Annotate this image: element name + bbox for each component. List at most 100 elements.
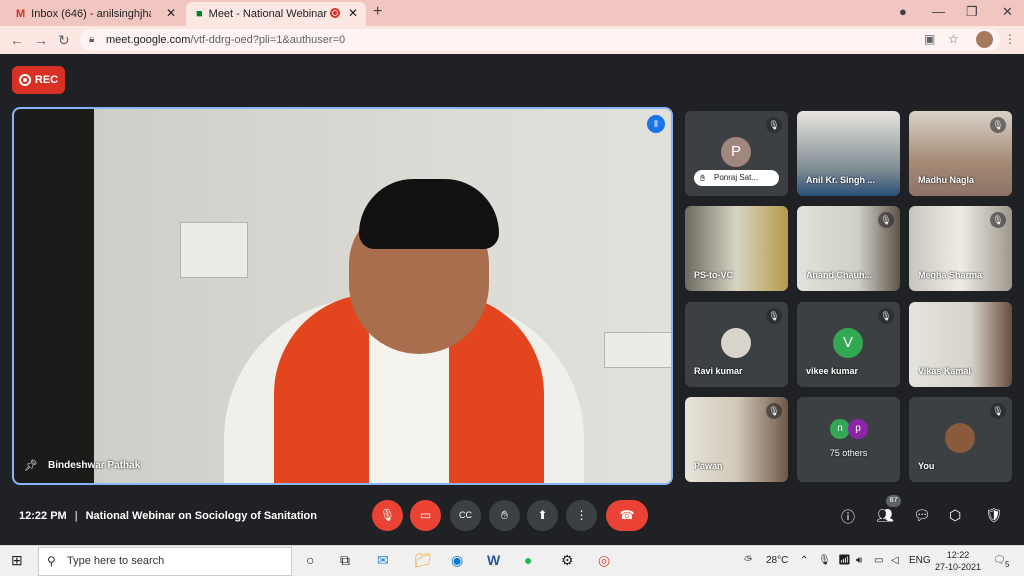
- gmail-icon: M: [16, 8, 26, 20]
- participant-tile[interactable]: 🎙︎ Pawan: [685, 397, 788, 482]
- mic-off-icon: 🎙︎: [766, 117, 782, 133]
- meet-icon: ■: [196, 8, 203, 20]
- battery-icon[interactable]: ▭: [874, 555, 883, 566]
- bookmark-star-icon[interactable]: ☆: [948, 32, 959, 46]
- start-button[interactable]: ⊞: [11, 552, 23, 569]
- raised-hand-label: ✋︎ Ponraj Sat...: [694, 170, 779, 186]
- lock-icon: 🔒︎: [89, 34, 95, 45]
- close-window-button[interactable]: ✕: [1002, 4, 1013, 20]
- participant-tile[interactable]: Anil Kr. Singh ...: [797, 111, 900, 196]
- mic-tray-icon[interactable]: 🎙︎: [818, 555, 831, 566]
- people-count-badge: 87: [886, 495, 901, 507]
- speaker-hair: [359, 179, 499, 249]
- tab-gmail[interactable]: M Inbox (646) - anilsinghjha@cusb. ✕: [6, 2, 184, 26]
- taskbar-search-input[interactable]: ⚲ Type here to search: [38, 547, 292, 576]
- avatar: p: [848, 419, 868, 439]
- meeting-control-bar: 12:22 PM | National Webinar on Sociology o…: [0, 492, 1024, 544]
- participant-name: Megha Sharma: [918, 270, 983, 280]
- notification-count-badge: 5: [1005, 560, 1010, 569]
- self-tile[interactable]: 🎙︎ You: [909, 397, 1012, 482]
- participant-name: Anand Chauh...: [806, 270, 872, 280]
- main-speaker-tile[interactable]: ⦀ 📌︎ Bindeshwar Pathak: [12, 107, 673, 485]
- taskbar-clock[interactable]: 12:22 27-10-2021: [933, 549, 983, 573]
- avatar: n: [830, 419, 850, 439]
- participant-name: PS-to-VC: [694, 270, 733, 280]
- close-tab-icon[interactable]: ✕: [166, 6, 176, 20]
- participant-name: You: [918, 461, 935, 471]
- participant-tile[interactable]: 🎙︎ P ✋︎ Ponraj Sat...: [685, 111, 788, 196]
- language-indicator[interactable]: ENG: [909, 555, 931, 566]
- notifications-icon[interactable]: 🗨︎: [993, 555, 1006, 566]
- participant-tile[interactable]: 🎙︎ V vikee kumar: [797, 302, 900, 387]
- windows-taskbar: ⊞ ⚲ Type here to search ○ ⧉ ✉ 📁︎ ◉ W ● ⚙…: [0, 545, 1024, 576]
- mic-off-icon: 🎙︎: [990, 403, 1006, 419]
- tray-chevron-icon[interactable]: ⌃: [800, 555, 808, 566]
- url-input[interactable]: 🔒︎ meet.google.com/vtf-ddrg-oed?pli=1&au…: [80, 29, 1000, 51]
- mic-toggle-button[interactable]: 🎙︎: [372, 500, 403, 531]
- edge-icon[interactable]: ◉: [451, 552, 463, 569]
- participant-name: Anil Kr. Singh ...: [806, 175, 876, 185]
- end-call-button[interactable]: ☎︎: [606, 500, 648, 531]
- chrome-icon[interactable]: ◎: [598, 552, 610, 569]
- participant-tile[interactable]: PS-to-VC: [685, 206, 788, 291]
- forward-button[interactable]: →: [34, 32, 48, 48]
- more-options-button[interactable]: ⋮: [566, 500, 597, 531]
- activities-icon[interactable]: ⬡: [949, 507, 961, 524]
- participant-tile[interactable]: 🎙︎ Megha Sharma: [909, 206, 1012, 291]
- raise-hand-button[interactable]: ✋︎: [489, 500, 520, 531]
- mail-icon[interactable]: ✉: [377, 552, 389, 569]
- browser-tab-strip: M Inbox (646) - anilsinghjha@cusb. ✕ ■ M…: [0, 0, 1024, 26]
- search-icon: ⚲: [47, 554, 56, 568]
- camera-icon[interactable]: ▣: [924, 32, 935, 46]
- spotify-icon[interactable]: ●: [524, 552, 532, 568]
- participant-tile[interactable]: 🎙︎ Madhu Nagla: [909, 111, 1012, 196]
- meeting-info: 12:22 PM | National Webinar on Sociology o…: [19, 510, 317, 522]
- chat-icon[interactable]: 💬︎: [913, 507, 931, 524]
- participant-name: Pawan: [694, 461, 723, 471]
- participant-tile[interactable]: 🎙︎ Ravi kumar: [685, 302, 788, 387]
- avatar: [721, 328, 751, 358]
- wifi-icon[interactable]: 📶︎: [838, 555, 851, 566]
- weather-icon[interactable]: ⛅︎: [744, 555, 752, 566]
- close-tab-icon[interactable]: ✕: [348, 6, 358, 20]
- record-icon: [18, 74, 31, 86]
- mic-off-icon: 🎙︎: [990, 117, 1006, 133]
- others-tile[interactable]: n p 75 others: [797, 397, 900, 482]
- new-tab-button[interactable]: +: [373, 3, 382, 21]
- participant-tile[interactable]: Vikas Kamal: [909, 302, 1012, 387]
- background-door: [14, 109, 94, 483]
- cortana-icon[interactable]: ○: [306, 552, 314, 568]
- address-bar-row: ← → ↻ 🔒︎ meet.google.com/vtf-ddrg-oed?pl…: [0, 26, 1024, 54]
- back-button[interactable]: ←: [10, 32, 24, 48]
- reload-button[interactable]: ↻: [58, 32, 70, 49]
- avatar: [945, 423, 975, 453]
- volume-icon[interactable]: ◁: [891, 555, 899, 566]
- tab-title: Meet - National Webinar on: [208, 8, 329, 20]
- word-icon[interactable]: W: [487, 552, 500, 568]
- meeting-details-icon[interactable]: ⓘ: [841, 507, 855, 527]
- tab-meet[interactable]: ■ Meet - National Webinar on ✕: [186, 2, 366, 26]
- task-view-icon[interactable]: ⧉: [340, 552, 350, 569]
- file-explorer-icon[interactable]: 📁︎: [414, 552, 432, 569]
- speaking-indicator-icon: ⦀: [647, 115, 665, 133]
- present-button[interactable]: ⬆: [527, 500, 558, 531]
- tab-search-icon[interactable]: ●: [899, 4, 907, 19]
- avatar: P: [721, 137, 751, 167]
- minimize-button[interactable]: —: [932, 4, 945, 19]
- settings-gear-icon[interactable]: ⚙: [561, 552, 574, 569]
- participant-tile[interactable]: 🎙︎ Anand Chauh...: [797, 206, 900, 291]
- pin-icon[interactable]: 📌︎: [24, 459, 38, 472]
- restore-button[interactable]: ❐: [966, 4, 978, 20]
- captions-button[interactable]: CC: [450, 500, 481, 531]
- profile-avatar[interactable]: [976, 31, 993, 48]
- avatar: V: [833, 328, 863, 358]
- menu-dots-icon[interactable]: ⋮: [1004, 32, 1016, 46]
- people-icon[interactable]: 👥︎: [876, 507, 894, 524]
- participant-name: Madhu Nagla: [918, 175, 975, 185]
- speaker-icon[interactable]: 🔊︎: [856, 555, 862, 566]
- hand-icon: ✋︎: [700, 173, 706, 183]
- mic-off-icon: 🎙︎: [878, 308, 894, 324]
- host-controls-icon[interactable]: 🛡︎: [985, 507, 1003, 524]
- mic-off-icon: 🎙︎: [990, 212, 1006, 228]
- camera-toggle-button[interactable]: ▭: [410, 500, 441, 531]
